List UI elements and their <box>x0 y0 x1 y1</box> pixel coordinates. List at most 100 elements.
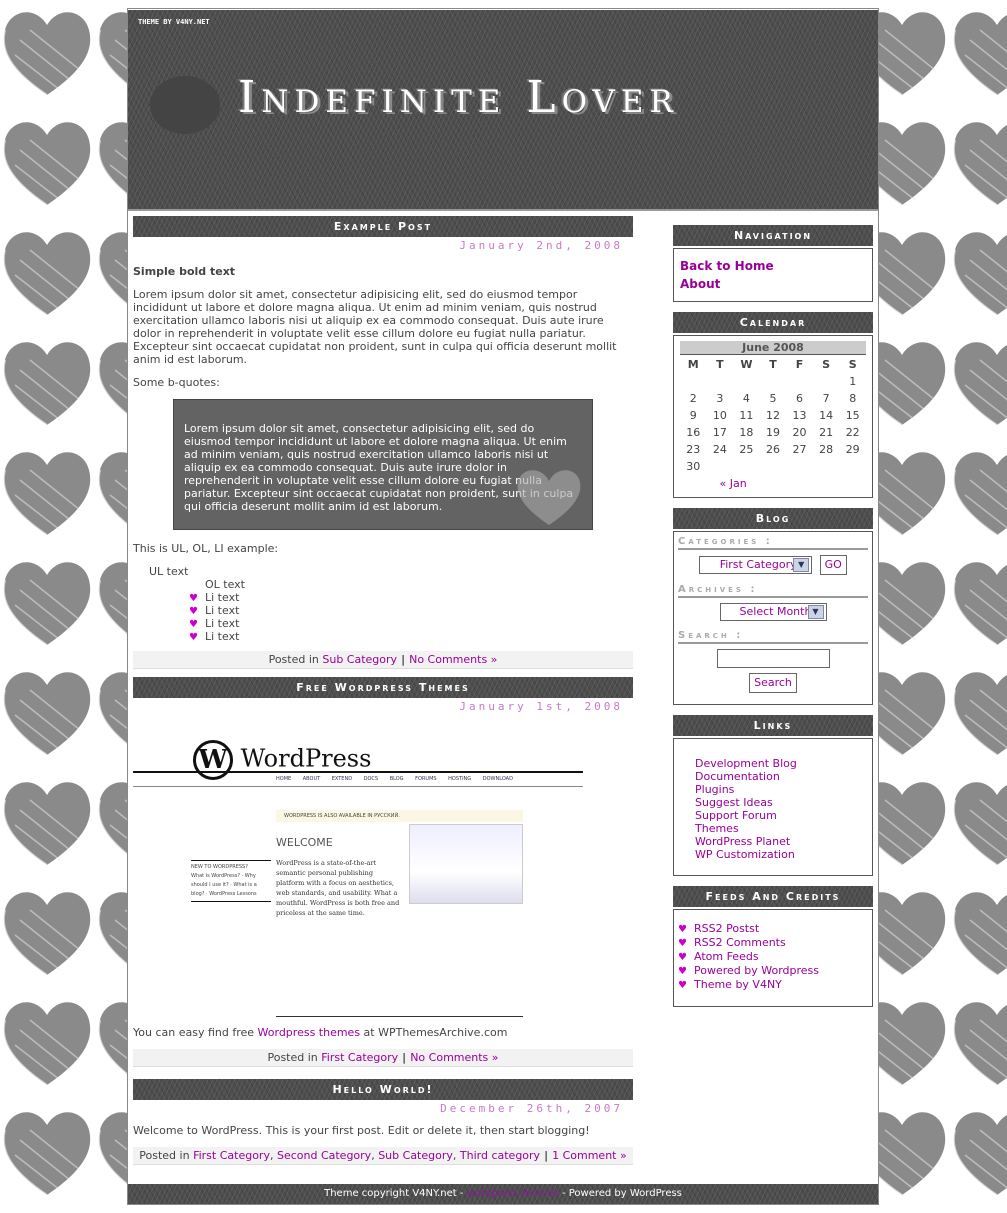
site-title[interactable]: Indefinite Lover <box>238 72 679 123</box>
feed-item: ♥ Theme by V4NY <box>678 978 872 992</box>
calendar-day-header: T <box>716 357 724 371</box>
calendar-day: 24 <box>712 443 727 456</box>
feed-link[interactable]: Powered by Wordpress <box>694 964 819 977</box>
feed-item: ♥ Powered by Wordpress <box>678 964 872 978</box>
calendar-day <box>813 373 840 390</box>
archives-label: Archives : <box>678 580 868 598</box>
widget-title: Links <box>673 715 873 736</box>
link-item[interactable]: WP Customization <box>695 848 872 861</box>
calendar-day: 2 <box>689 392 697 405</box>
footer: Theme copyright V4NY.net - wordpress the… <box>128 1184 878 1204</box>
search-button[interactable]: Search <box>749 673 797 693</box>
calendar-day: 8 <box>849 392 857 405</box>
feed-link[interactable]: Theme by V4NY <box>694 978 782 991</box>
category-link[interactable]: First Category <box>193 1149 270 1162</box>
heart-logo-icon <box>150 76 220 134</box>
category-select[interactable]: First Category ▼ <box>699 556 813 574</box>
calendar-day: 30 <box>686 460 701 473</box>
feed-item: ♥ RSS2 Comments <box>678 936 872 950</box>
post-paragraph: Lorem ipsum dolor sit amet, consectetur … <box>133 288 617 366</box>
calendar-day: 4 <box>742 392 750 405</box>
calendar-day <box>760 458 787 475</box>
category-link[interactable]: Sub Category <box>378 1149 453 1162</box>
calendar-caption: June 2008 <box>680 341 866 355</box>
calendar-day-header: F <box>795 357 804 371</box>
calendar-day: 21 <box>819 426 834 439</box>
calendar-day: 19 <box>765 426 780 439</box>
calendar-table: June 2008 MTWTFSS 1 2 3 4 5 6 7 8 9 10 11 12 13 14 15 1… <box>680 341 866 492</box>
footer-themes-link[interactable]: wordpress themes <box>467 1188 559 1199</box>
calendar-day: 27 <box>792 443 807 456</box>
category-link[interactable]: First Category <box>321 1051 398 1064</box>
post-paragraph: Some b-quotes: <box>133 376 220 389</box>
link-item[interactable]: Themes <box>695 822 872 835</box>
main-content: Example Post January 2nd, 2008 Simple bo… <box>133 216 633 1165</box>
calendar-day <box>707 373 734 390</box>
category-link[interactable]: Second Category <box>277 1149 371 1162</box>
calendar-day: 1 <box>849 375 857 388</box>
calendar-day: 3 <box>716 392 724 405</box>
image-admin-shot <box>409 824 523 904</box>
archive-select[interactable]: Select Month ▼ <box>719 603 827 621</box>
calendar-day: 23 <box>686 443 701 456</box>
chevron-down-icon: ▼ <box>807 605 824 619</box>
ol-item: OL text <box>205 578 245 591</box>
blog-widget: Blog Categories : First Category ▼ GO Arc… <box>673 508 873 705</box>
calendar-day: 26 <box>765 443 780 456</box>
calendar-day <box>786 373 813 390</box>
calendar-day: 15 <box>845 409 860 422</box>
calendar-day: 11 <box>739 409 754 422</box>
calendar-day-header: S <box>822 357 831 371</box>
li-item: ♥ Li text <box>189 604 240 617</box>
feed-item: ♥ RSS2 Postst <box>678 922 872 936</box>
search-input[interactable] <box>716 649 830 668</box>
wordpress-themes-link[interactable]: Wordpress themes <box>258 1026 361 1039</box>
li-item: ♥ Li text <box>189 630 240 643</box>
heart-icon <box>517 470 581 525</box>
post-date: January 1st, 2008 <box>459 700 623 713</box>
calendar-day-header: T <box>769 357 777 371</box>
feeds-widget: Feeds And Credits ♥ RSS2 Postst ♥ RSS2 Comm… <box>673 886 873 1007</box>
post-title[interactable]: Example Post <box>133 216 633 237</box>
category-link[interactable]: Third category <box>460 1149 540 1162</box>
link-item[interactable]: Plugins <box>695 783 872 796</box>
widget-title: Calendar <box>673 312 873 333</box>
feed-link[interactable]: Atom Feeds <box>694 950 759 963</box>
comments-link[interactable]: No Comments » <box>410 1051 498 1064</box>
calendar-day <box>760 373 787 390</box>
link-item[interactable]: Development Blog <box>695 757 872 770</box>
post-title[interactable]: Free Wordpress Themes <box>133 677 633 698</box>
calendar-day: 13 <box>792 409 807 422</box>
link-item[interactable]: Support Forum <box>695 809 872 822</box>
nav-back-to-home[interactable]: Back to Home <box>680 259 774 273</box>
calendar-day: 16 <box>686 426 701 439</box>
link-item[interactable]: Suggest Ideas <box>695 796 872 809</box>
post-title[interactable]: Hello World! <box>133 1079 633 1100</box>
nav-about[interactable]: About <box>680 277 720 291</box>
image-welcome: WELCOME <box>276 836 333 849</box>
widget-title: Navigation <box>673 225 873 246</box>
image-nav: HOME ABOUT EXTEND DOCS BLOG FORUMS HOSTI… <box>276 776 513 782</box>
heart-bullet-icon: ♥ <box>678 966 687 977</box>
comments-link[interactable]: 1 Comment » <box>552 1149 627 1162</box>
chevron-down-icon: ▼ <box>793 558 810 572</box>
go-button[interactable]: GO <box>819 555 847 575</box>
sidebar: Navigation Back to Home About Calendar J… <box>673 225 873 1017</box>
post-date: December 26th, 2007 <box>440 1102 623 1115</box>
calendar-day: 12 <box>765 409 780 422</box>
image-sidebar: NEW TO WORDPRESS? What is WordPress? · Wh… <box>191 860 271 902</box>
ul-item: UL text OL text ♥ Li text ♥ Li text ♥ Li te… <box>149 565 633 643</box>
calendar-day: 22 <box>845 426 860 439</box>
calendar-day: 5 <box>769 392 777 405</box>
comments-link[interactable]: No Comments » <box>409 653 497 666</box>
category-link[interactable]: Sub Category <box>322 653 397 666</box>
link-item[interactable]: Documentation <box>695 770 872 783</box>
calendar-day <box>839 458 866 475</box>
link-item[interactable]: WordPress Planet <box>695 835 872 848</box>
feed-link[interactable]: RSS2 Postst <box>694 922 759 935</box>
widget-title: Blog <box>673 508 873 529</box>
calendar-prev-link[interactable]: « Jan <box>720 477 747 490</box>
feed-link[interactable]: RSS2 Comments <box>694 936 786 949</box>
image-notice: WORDPRESS IS ALSO AVAILABLE IN РУССКИЙ. <box>276 810 523 822</box>
heart-bullet-icon: ♥ <box>678 938 687 949</box>
